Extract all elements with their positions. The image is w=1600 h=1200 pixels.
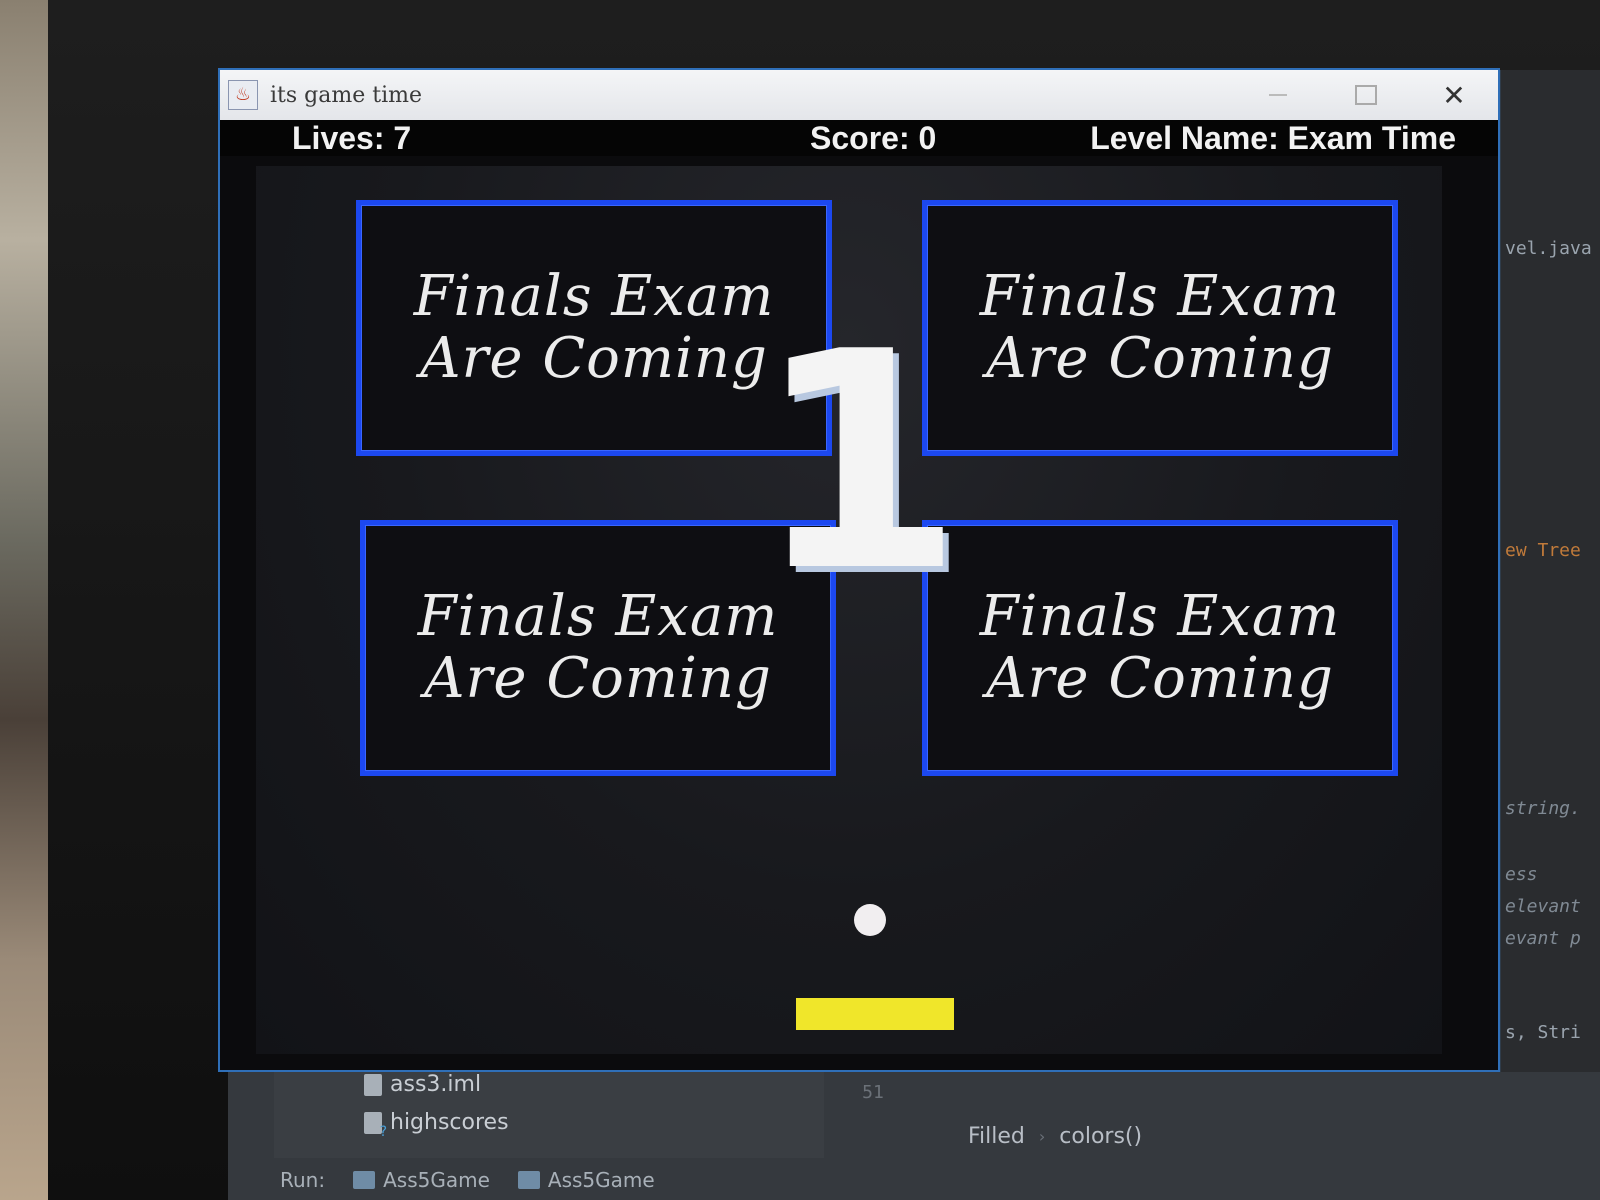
run-label: Run: [280,1168,326,1192]
block-text-line: Are Coming [986,326,1334,391]
ide-code-line: vel.java [1505,238,1592,259]
ide-code-line: string. [1505,798,1581,819]
minimize-icon [1269,94,1287,96]
score-counter: Score: 0 [810,120,937,156]
block-text-line: Finals Exam [979,584,1341,649]
ide-bottom-panel: ass3.iml highscores 51 Filled › colors()… [228,1072,1600,1200]
block-text-line: Finals Exam [417,584,779,649]
breadcrumb-item[interactable]: Filled [968,1124,1025,1149]
ide-code-line: s, Stri [1505,1022,1581,1043]
block-text-line: Are Coming [986,646,1334,711]
ide-code-line: elevant [1505,896,1581,917]
brick-block: Finals Exam Are Coming [922,200,1398,456]
project-tree: ass3.iml highscores [274,1072,824,1158]
project-item-label: ass3.iml [390,1072,482,1097]
maximize-icon [1355,85,1377,105]
ide-code-line: ess [1505,864,1538,885]
paddle[interactable] [796,998,954,1030]
lives-counter: Lives: 7 [292,120,412,156]
unknown-file-icon [364,1111,387,1140]
ide-code-line: evant p [1505,928,1581,949]
run-tab-label: Ass5Game [547,1168,655,1192]
brick-block: Finals Exam Are Coming [922,520,1398,776]
window-title: its game time [270,82,422,108]
window-controls: ✕ [1234,70,1498,120]
java-icon: ♨ [228,80,258,110]
run-toolbar: Run: Ass5Game Ass5Game [274,1160,1600,1200]
line-number: 51 [862,1081,884,1103]
run-tab-label: Ass5Game [383,1168,490,1192]
project-item-label: highscores [390,1110,509,1135]
close-icon: ✕ [1442,78,1466,112]
hud-bar: Lives: 7 Score: 0 Level Name: Exam Time [220,120,1498,156]
project-item-ass3-iml[interactable]: ass3.iml [364,1072,481,1097]
breadcrumb: Filled › colors() [968,1124,1142,1149]
ide-code-line: ew Tree [1505,540,1581,561]
game-window: ♨ its game time ✕ Lives: 7 Score: 0 Leve… [218,68,1500,1072]
block-text-line: Are Coming [424,646,772,711]
close-button[interactable]: ✕ [1410,70,1498,120]
countdown-number: 1 [754,288,964,637]
run-config-icon [517,1171,540,1189]
block-text-line: Finals Exam [413,264,775,329]
run-tab[interactable]: Ass5Game [517,1168,655,1192]
block-text-line: Are Coming [420,326,768,391]
project-item-highscores[interactable]: highscores [364,1110,509,1140]
room-background [0,0,48,1200]
maximize-button[interactable] [1322,70,1410,120]
ball [854,904,886,936]
title-bar[interactable]: ♨ its game time ✕ [220,70,1498,120]
file-icon [364,1073,382,1096]
chevron-right-icon: › [1038,1127,1046,1146]
level-name: Level Name: Exam Time [1090,120,1456,156]
breadcrumb-item[interactable]: colors() [1059,1124,1142,1149]
ide-editor-pane: vel.java ew Tree string. ess elevant eva… [1500,70,1600,1200]
run-config-icon [353,1171,376,1189]
block-text-line: Finals Exam [979,264,1341,329]
run-tab[interactable]: Ass5Game [353,1168,490,1192]
game-canvas[interactable]: Finals Exam Are Coming Finals Exam Are C… [256,166,1442,1054]
minimize-button[interactable] [1234,70,1322,120]
